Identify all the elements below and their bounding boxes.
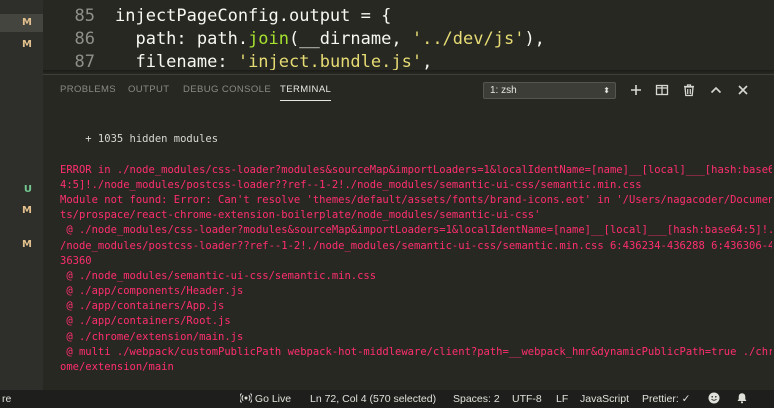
tab-debug-console[interactable]: DEBUG CONSOLE — [183, 84, 271, 95]
code-token: ), — [524, 29, 545, 49]
explorer-file-row[interactable]: U — [0, 181, 43, 199]
panel-tabs: PROBLEMS OUTPUT DEBUG CONSOLE TERMINAL 1… — [43, 75, 774, 105]
terminal-line: + 1035 hidden modules — [60, 133, 219, 146]
git-status-badge: M — [22, 17, 32, 28]
tab-output[interactable]: OUTPUT — [128, 84, 169, 95]
line-number: 85 — [74, 6, 95, 26]
status-left-fragment: re — [2, 393, 12, 405]
terminal-line: @ ./chrome/extension/main.js — [60, 330, 244, 343]
bell-icon — [737, 393, 747, 404]
close-panel-button[interactable] — [734, 81, 752, 99]
git-status-badge: U — [23, 184, 32, 195]
terminal-select[interactable]: 1: zsh ⬍ — [483, 82, 616, 99]
terminal-line: ERROR in ./node_modules/css-loader?modul… — [60, 163, 772, 176]
tab-problems[interactable]: PROBLEMS — [60, 84, 116, 95]
language-mode[interactable]: JavaScript — [580, 390, 629, 408]
terminal-line: @ ./app/components/Header.js — [60, 285, 244, 298]
terminal-line: @ ./node_modules/semantic-ui-css/semanti… — [60, 269, 377, 282]
code-token: filename: — [115, 52, 238, 72]
code-text: injectPageConfig.output = { — [115, 3, 391, 29]
explorer-file-row[interactable]: M — [0, 236, 43, 254]
line-number: 86 — [74, 29, 95, 49]
close-icon — [738, 85, 748, 95]
terminal-line: /node_modules/postcss-loader??ref--1-2!.… — [60, 239, 772, 252]
terminal-line: ts/prospace/react-chrome-extension-boile… — [60, 209, 541, 222]
code-token: 'inject.bundle.js' — [237, 52, 423, 72]
terminal-line: @ ./node_modules/css-loader?modules&sour… — [60, 224, 772, 237]
terminal-select-value: 1: zsh — [490, 85, 517, 96]
go-live-button[interactable]: Go Live — [239, 390, 292, 408]
code-token: (__dirname, — [289, 29, 412, 49]
code-line[interactable]: 85 injectPageConfig.output = { — [43, 3, 774, 29]
code-token: injectPageConfig.output = { — [115, 6, 392, 26]
smiley-icon — [708, 392, 720, 404]
code-editor[interactable]: 87 filename: 'inject.bundle.js', 86 path:… — [43, 0, 774, 74]
terminal-output[interactable]: + 1035 hidden modules ERROR in ./node_mod… — [60, 117, 772, 390]
notifications-button[interactable] — [736, 390, 748, 408]
tab-terminal[interactable]: TERMINAL — [280, 84, 332, 101]
explorer-file-row[interactable]: M — [0, 36, 43, 54]
plus-icon — [631, 85, 641, 95]
feedback-button[interactable] — [708, 390, 720, 408]
explorer-strip: MMUMM — [0, 0, 43, 390]
terminal-line: 4:5]!./node_modules/postcss-loader??ref-… — [60, 178, 642, 191]
select-arrows-icon: ⬍ — [603, 86, 610, 95]
terminal-line: Module not found: Error: Can't resolve '… — [60, 193, 772, 206]
trash-icon — [684, 84, 694, 97]
broadcast-icon — [239, 393, 253, 403]
code-line[interactable]: 86 path: path.join(__dirname, '../dev/js… — [43, 26, 774, 52]
terminal-line: @ ./app/containers/App.js — [60, 300, 225, 313]
git-status-badge: M — [22, 39, 32, 50]
new-terminal-button[interactable] — [627, 81, 645, 99]
split-icon — [655, 84, 669, 96]
terminal-line: ome/extension/main — [60, 361, 174, 373]
code-token: join — [248, 29, 290, 49]
code-token: , — [422, 52, 433, 72]
status-bar: re Go Live Ln 72, Col 4 (570 selected) S… — [0, 390, 774, 408]
split-terminal-button[interactable] — [653, 81, 671, 99]
maximize-panel-button[interactable] — [707, 81, 725, 99]
cursor-position[interactable]: Ln 72, Col 4 (570 selected) — [310, 390, 436, 408]
terminal-line: @ multi ./webpack/customPublicPath webpa… — [60, 345, 772, 358]
code-token: '../dev/js' — [411, 29, 525, 49]
terminal-line: 36360 — [60, 254, 92, 267]
code-text: path: path.join(__dirname, '../dev/js'), — [115, 26, 545, 52]
indentation[interactable]: Spaces: 2 — [453, 390, 500, 408]
bottom-panel: PROBLEMS OUTPUT DEBUG CONSOLE TERMINAL 1… — [43, 74, 774, 390]
prettier-status[interactable]: Prettier: ✓ — [642, 390, 690, 408]
encoding[interactable]: UTF-8 — [512, 390, 542, 408]
code-token: path: path. — [115, 29, 249, 49]
end-of-line[interactable]: LF — [556, 390, 568, 408]
git-status-badge: M — [22, 205, 32, 216]
explorer-file-row[interactable]: M — [0, 202, 43, 220]
go-live-label: Go Live — [254, 393, 292, 405]
explorer-file-row[interactable]: M — [0, 14, 43, 32]
kill-terminal-button[interactable] — [680, 81, 698, 99]
git-status-badge: M — [22, 239, 32, 250]
chevron-up-icon — [710, 86, 722, 94]
terminal-line: @ ./app/containers/Root.js — [60, 315, 231, 328]
